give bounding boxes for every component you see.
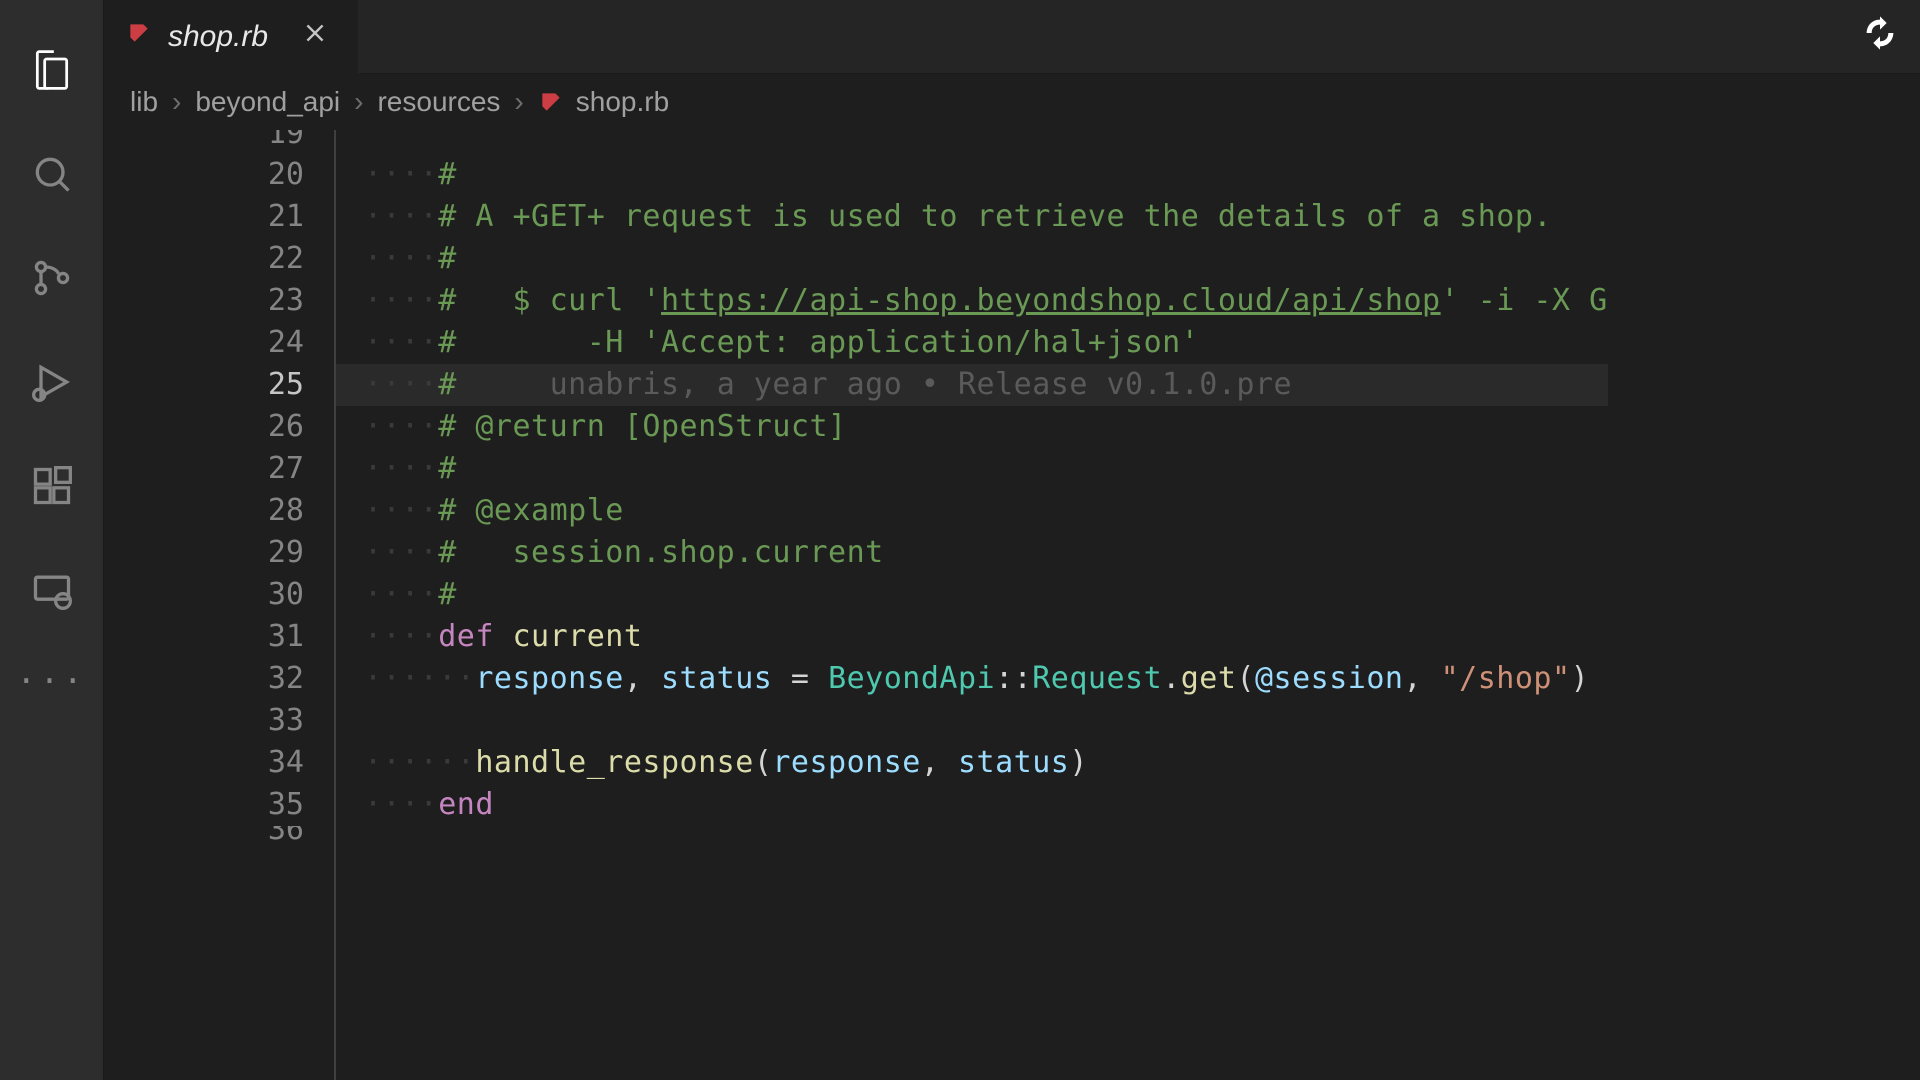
code-line: ····# unabris, a year ago • Release v0.1… bbox=[336, 364, 1608, 406]
code-line: ····# $ curl 'https://api-shop.beyondsho… bbox=[336, 280, 1608, 322]
code-line: ····# @example bbox=[336, 490, 1608, 532]
code-line: ····# bbox=[336, 238, 1608, 280]
more-icon[interactable]: ··· bbox=[17, 662, 87, 700]
activity-bar: ··· bbox=[0, 0, 104, 1080]
breadcrumb[interactable]: lib › beyond_api › resources › shop.rb bbox=[104, 74, 1920, 130]
line-number: 31 bbox=[104, 616, 304, 658]
code-line: ····# -H 'Accept: application/hal+json' bbox=[336, 322, 1608, 364]
editor[interactable]: 19 20 21 22 23 24 25 26 27 28 29 30 31 3… bbox=[104, 130, 1920, 1080]
code-line: ······handle_response(response, status) bbox=[336, 742, 1608, 784]
line-number: 24 bbox=[104, 322, 304, 364]
code-line: ····# bbox=[336, 154, 1608, 196]
line-number: 35 bbox=[104, 784, 304, 826]
line-number: 21 bbox=[104, 196, 304, 238]
code-line: ····# bbox=[336, 574, 1608, 616]
crumb-lib[interactable]: lib bbox=[130, 86, 158, 118]
chevron-right-icon: › bbox=[354, 86, 363, 118]
tab-bar: shop.rb bbox=[104, 0, 1920, 74]
app-root: ··· shop.rb lib › beyond_api › resources bbox=[0, 0, 1920, 1080]
explorer-icon[interactable] bbox=[20, 38, 84, 102]
code-line: ····end bbox=[336, 784, 1608, 826]
line-number: 27 bbox=[104, 448, 304, 490]
line-number: 32 bbox=[104, 658, 304, 700]
search-icon[interactable] bbox=[20, 142, 84, 206]
code-line: ····def current bbox=[336, 616, 1608, 658]
line-number: 26 bbox=[104, 406, 304, 448]
extensions-icon[interactable] bbox=[20, 454, 84, 518]
main-area: shop.rb lib › beyond_api › resources › s… bbox=[104, 0, 1920, 1080]
git-compare-icon[interactable] bbox=[1860, 13, 1920, 60]
line-number: 19 bbox=[104, 130, 304, 154]
code-line bbox=[336, 826, 1608, 850]
line-number: 33 bbox=[104, 700, 304, 742]
ruby-icon bbox=[126, 20, 152, 53]
code-line: ····# @return [OpenStruct] bbox=[336, 406, 1608, 448]
line-number: 34 bbox=[104, 742, 304, 784]
crumb-beyond-api[interactable]: beyond_api bbox=[195, 86, 340, 118]
code-line: ····# session.shop.current bbox=[336, 532, 1608, 574]
tab-label: shop.rb bbox=[168, 20, 268, 54]
line-number: 36 bbox=[104, 826, 304, 850]
source-control-icon[interactable] bbox=[20, 246, 84, 310]
tab-shop-rb[interactable]: shop.rb bbox=[104, 0, 359, 74]
run-debug-icon[interactable] bbox=[20, 350, 84, 414]
code-area[interactable]: ····# ····# A +GET+ request is used to r… bbox=[334, 130, 1920, 1080]
chevron-right-icon: › bbox=[514, 86, 523, 118]
crumb-resources[interactable]: resources bbox=[377, 86, 500, 118]
line-number: 29 bbox=[104, 532, 304, 574]
code-line bbox=[336, 700, 1608, 742]
line-number: 23 bbox=[104, 280, 304, 322]
remote-icon[interactable] bbox=[20, 558, 84, 622]
line-number: 20 bbox=[104, 154, 304, 196]
line-gutter: 19 20 21 22 23 24 25 26 27 28 29 30 31 3… bbox=[104, 130, 334, 1080]
code-line: ····# bbox=[336, 448, 1608, 490]
line-number: 28 bbox=[104, 490, 304, 532]
ruby-icon bbox=[538, 89, 564, 115]
code-line: ····# A +GET+ request is used to retriev… bbox=[336, 196, 1608, 238]
code-line: ······response, status = BeyondApi::Requ… bbox=[336, 658, 1608, 700]
close-icon[interactable] bbox=[302, 20, 328, 53]
line-number: 30 bbox=[104, 574, 304, 616]
crumb-file[interactable]: shop.rb bbox=[576, 86, 669, 118]
line-number: 25 bbox=[104, 364, 304, 406]
code-line bbox=[336, 130, 1608, 154]
line-number: 22 bbox=[104, 238, 304, 280]
chevron-right-icon: › bbox=[172, 86, 181, 118]
